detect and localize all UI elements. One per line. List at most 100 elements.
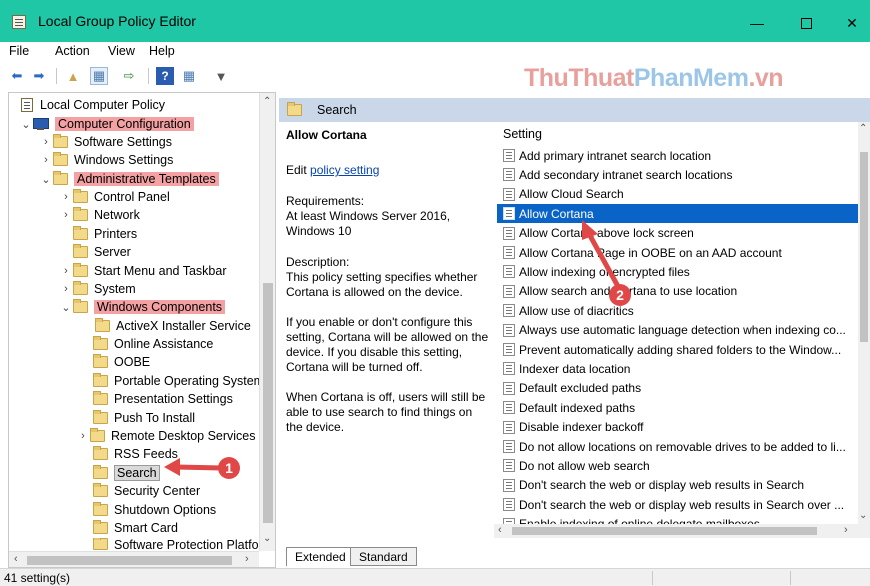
chevron-down-icon[interactable]: ⌄ [59,301,73,314]
list-horizontal-scrollbar[interactable]: ‹ › [494,524,858,538]
tree-item-online-assistance[interactable]: Online Assistance [93,335,213,353]
chevron-right-icon[interactable]: › [59,209,73,221]
list-vertical-scrollbar[interactable]: ⌃ ⌄ [858,122,870,538]
column-header-setting[interactable]: Setting [503,127,542,141]
export-list-icon[interactable]: ⇨ [120,67,138,85]
scroll-left-icon[interactable]: ‹ [498,524,502,536]
maximize-button[interactable] [783,8,829,38]
folder-icon [73,299,88,313]
chevron-right-icon[interactable]: › [59,265,73,277]
scroll-thumb[interactable] [263,283,273,523]
tree-horizontal-scrollbar[interactable]: ‹ › [9,551,259,567]
minimize-button[interactable]: — [734,8,780,38]
setting-row[interactable]: Allow Cortana [497,204,859,224]
setting-row[interactable]: Add secondary intranet search locations [497,165,859,184]
tree-item-root[interactable]: Local Computer Policy [21,96,165,114]
tree-item-search[interactable]: Search [93,464,160,482]
tree-item-printers[interactable]: Printers [73,225,137,243]
tree-item-control-panel[interactable]: › Control Panel [59,188,170,206]
setting-row[interactable]: Allow Cloud Search [497,185,859,204]
folder-icon [93,373,108,387]
chevron-right-icon[interactable]: › [59,191,73,203]
menu-file[interactable]: File [9,44,29,58]
scroll-thumb[interactable] [860,152,868,342]
tree-item-security-center[interactable]: Security Center [93,482,200,500]
forward-icon[interactable]: ➡ [30,67,48,85]
help-icon[interactable]: ? [156,67,174,85]
setting-row[interactable]: Allow Cortana Page in OOBE on an AAD acc… [497,243,859,262]
tree-item-software-protection[interactable]: Software Protection Platform [93,538,273,551]
tree-item-push-install[interactable]: Push To Install [93,409,195,427]
setting-row[interactable]: Disable indexer backoff [497,418,859,437]
tree-item-presentation[interactable]: Presentation Settings [93,390,233,408]
setting-row[interactable]: Don't search the web or display web resu… [497,495,859,514]
filter-icon[interactable]: ▼ [212,67,230,85]
setting-row[interactable]: Always use automatic language detection … [497,321,859,340]
close-button[interactable]: ✕ [829,8,870,38]
setting-row[interactable]: Add primary intranet search location [497,146,859,165]
chevron-down-icon[interactable]: ⌄ [39,173,53,186]
setting-row[interactable]: Do not allow locations on removable driv… [497,437,859,456]
chevron-down-icon[interactable]: ⌄ [19,118,33,131]
status-divider [652,571,653,585]
requirements-label: Requirements: [286,194,365,208]
scroll-down-icon[interactable]: ⌄ [859,510,867,521]
policy-setting-icon [503,284,515,298]
setting-row[interactable]: Allow Cortana above lock screen [497,224,859,243]
scroll-right-icon[interactable]: › [844,524,848,536]
policy-setting-icon [503,265,515,279]
back-icon[interactable]: ⬅ [8,67,26,85]
setting-row[interactable]: Prevent automatically adding shared fold… [497,340,859,359]
scroll-up-icon[interactable]: ⌃ [859,123,867,134]
tree-item-start-menu[interactable]: › Start Menu and Taskbar [59,262,226,280]
scroll-left-icon[interactable]: ‹ [14,553,18,565]
folder-icon [53,152,68,166]
menu-action[interactable]: Action [55,44,90,58]
tab-extended[interactable]: Extended [286,547,355,566]
tree-item-administrative-templates[interactable]: ⌄ Administrative Templates [39,170,219,188]
tree-item-smart-card[interactable]: Smart Card [93,519,178,537]
tree-item-remote-desktop[interactable]: › Remote Desktop Services [76,427,256,445]
tree-vertical-scrollbar[interactable]: ⌃ ⌄ [259,93,275,551]
tree-item-computer-configuration[interactable]: ⌄ Computer Configuration [19,115,194,133]
policy-setting-icon [503,246,515,259]
menu-help[interactable]: Help [149,44,175,58]
up-folder-icon[interactable]: ▲ [64,67,82,85]
scroll-thumb[interactable] [27,556,232,565]
scroll-down-icon[interactable]: ⌄ [263,533,271,544]
scroll-right-icon[interactable]: › [245,553,249,565]
tree-item-oobe[interactable]: OOBE [93,353,150,371]
setting-label: Do not allow web search [519,458,650,473]
setting-row[interactable]: Indexer data location [497,359,859,378]
chevron-right-icon[interactable]: › [59,283,73,295]
tree-item-windows-components[interactable]: ⌄ Windows Components [59,298,226,316]
chevron-right-icon[interactable]: › [76,430,90,442]
scroll-up-icon[interactable]: ⌃ [263,96,271,107]
show-hide-tree-icon[interactable]: ▦ [90,67,108,85]
tree-item-windows-settings[interactable]: › Windows Settings [39,151,173,169]
tree-item-shutdown[interactable]: Shutdown Options [93,501,216,519]
tab-standard[interactable]: Standard [350,547,417,566]
folder-icon [73,244,88,258]
tree-item-server[interactable]: Server [73,243,131,261]
scroll-thumb[interactable] [512,527,817,535]
tree-item-activex[interactable]: ActiveX Installer Service [95,317,251,335]
properties-icon[interactable]: ▦ [180,67,198,85]
tree-item-system[interactable]: › System [59,280,136,298]
setting-row[interactable]: Allow search and Cortana to use location [497,282,859,301]
chevron-right-icon[interactable]: › [39,136,53,148]
menu-view[interactable]: View [108,44,135,58]
setting-row[interactable]: Default excluded paths [497,379,859,398]
setting-row[interactable]: Default indexed paths [497,398,859,417]
tree-item-network[interactable]: › Network [59,206,140,224]
tree-label: Local Computer Policy [40,98,166,112]
setting-row[interactable]: Allow indexing of encrypted files [497,262,859,281]
chevron-right-icon[interactable]: › [39,154,53,166]
tree-item-software-settings[interactable]: › Software Settings [39,133,172,151]
tree-item-rss[interactable]: RSS Feeds [93,445,178,463]
setting-row[interactable]: Do not allow web search [497,456,859,475]
setting-row[interactable]: Allow use of diacritics [497,301,859,320]
setting-row[interactable]: Don't search the web or display web resu… [497,476,859,495]
tree-item-portable-os[interactable]: Portable Operating System [93,372,264,390]
edit-policy-link[interactable]: policy setting [310,163,379,177]
